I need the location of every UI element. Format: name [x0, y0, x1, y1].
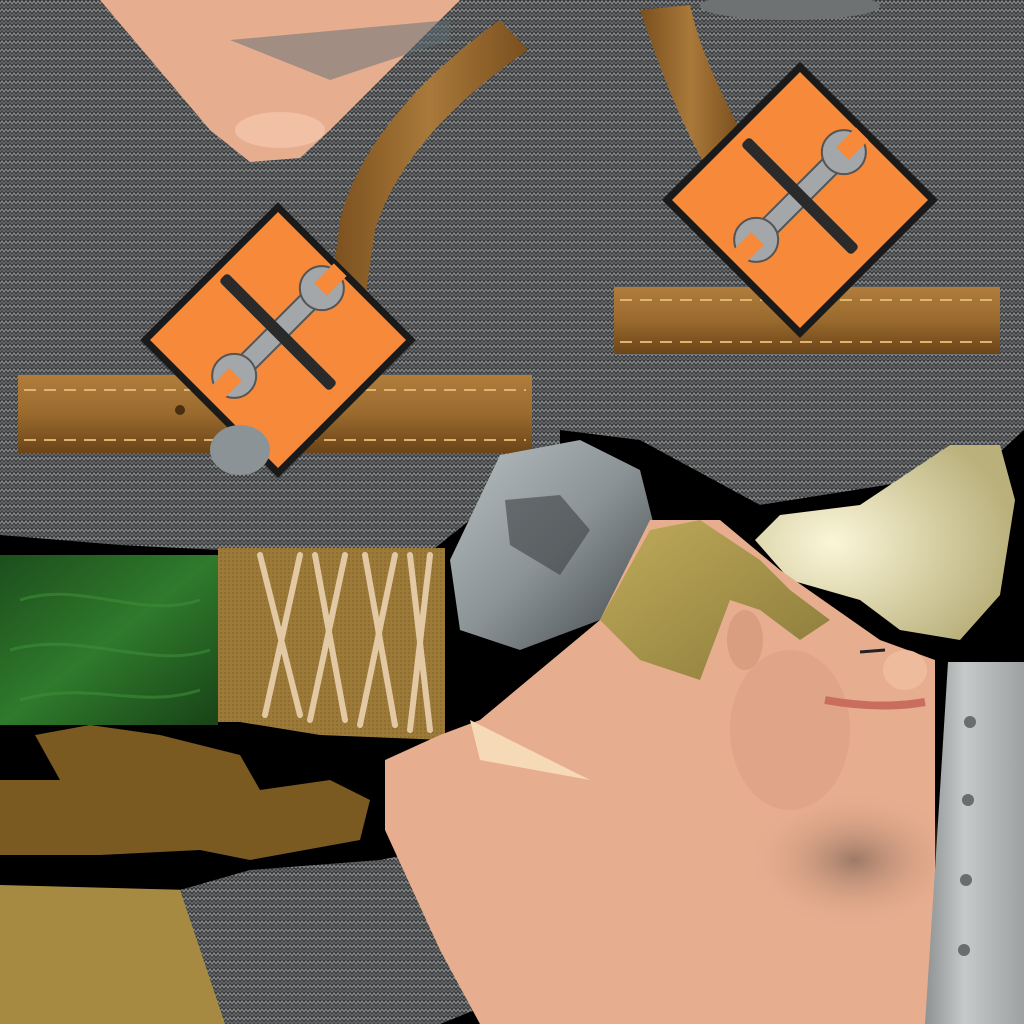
stubble-beard	[745, 790, 965, 930]
brown-cloth-patch	[0, 725, 370, 860]
texture-atlas	[0, 0, 1024, 1024]
ear	[727, 610, 763, 670]
laced-canvas-patch	[218, 548, 445, 740]
metal-plate-strip	[925, 662, 1024, 1024]
nose	[883, 650, 927, 690]
green-fabric-patch	[0, 555, 218, 725]
eye	[859, 648, 886, 654]
